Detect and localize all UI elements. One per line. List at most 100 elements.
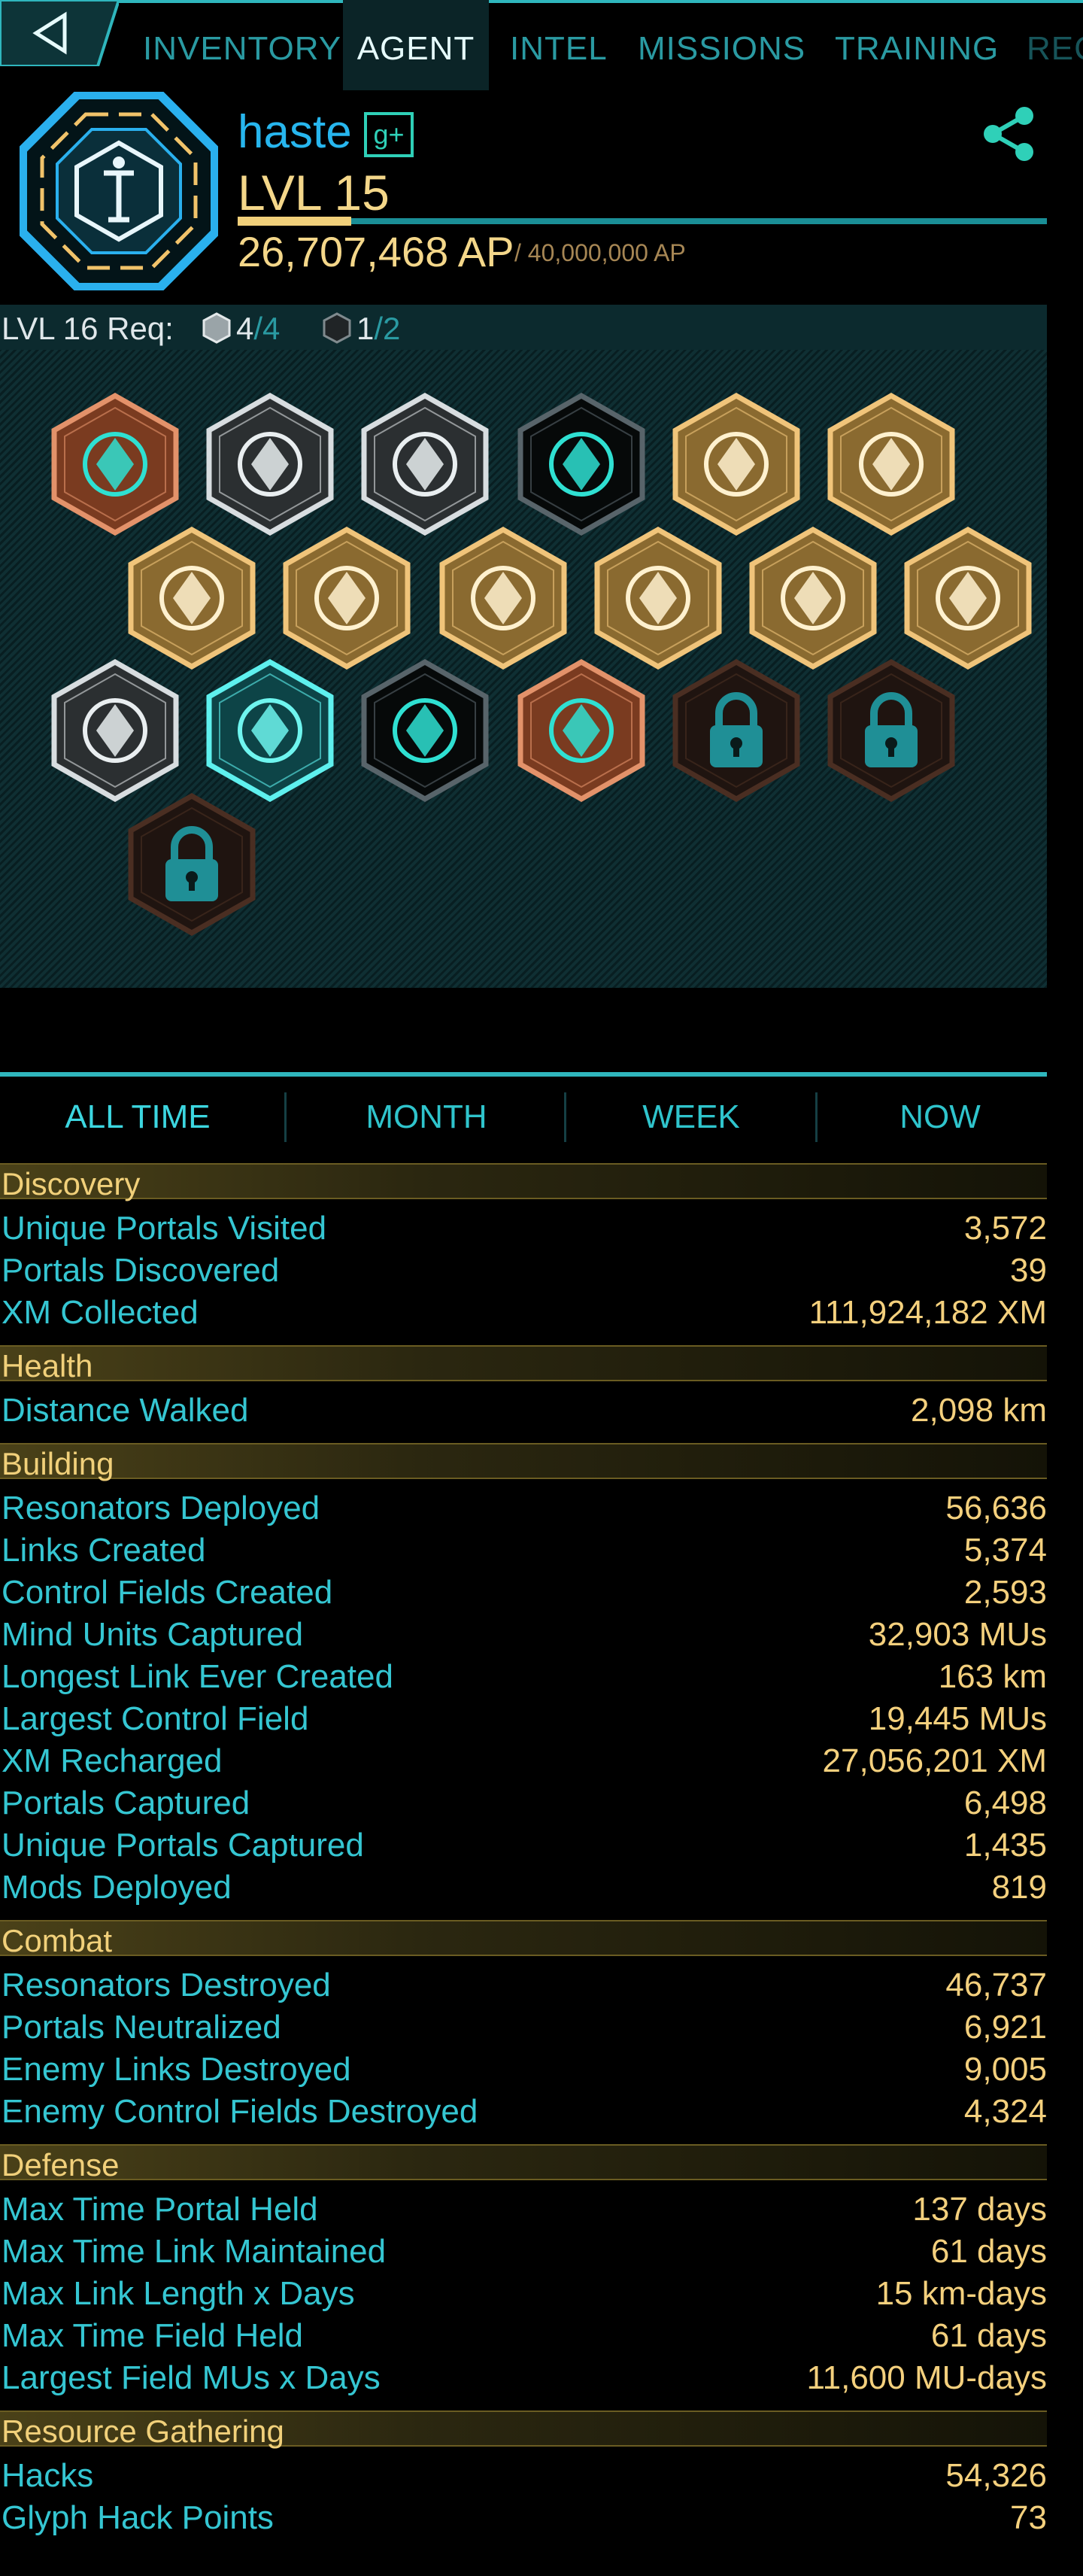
- badge-seer-icon[interactable]: [353, 393, 496, 536]
- stat-row: Unique Portals Captured 1,435: [0, 1827, 1047, 1869]
- badge-pioneer-icon[interactable]: [120, 527, 263, 670]
- stat-value: 163 km: [938, 1658, 1047, 1695]
- section-title: Building: [2, 1446, 114, 1481]
- stat-label: XM Collected: [2, 1294, 199, 1331]
- requirement-onyx-badges: 1/2: [322, 311, 400, 347]
- google-plus-label: g+: [373, 119, 405, 150]
- agent-level: LVL 15: [238, 165, 390, 220]
- badge-locked-2-icon[interactable]: [820, 659, 963, 802]
- stat-label: Largest Field MUs x Days: [2, 2359, 381, 2396]
- stat-label: Distance Walked: [2, 1392, 249, 1429]
- stat-row: Max Time Link Maintained 61 days: [0, 2233, 1047, 2275]
- requirements-label: LVL 16 Req:: [2, 311, 174, 346]
- stat-row: Hacks 54,326: [0, 2457, 1047, 2499]
- badge-locked-1-icon[interactable]: [665, 659, 808, 802]
- section-title: Discovery: [2, 1166, 141, 1201]
- stat-row: Mind Units Captured 32,903 MUs: [0, 1616, 1047, 1658]
- badge-guardian-icon[interactable]: [353, 659, 496, 802]
- stat-row: Unique Portals Visited 3,572: [0, 1210, 1047, 1252]
- stat-label: Unique Portals Captured: [2, 1827, 364, 1864]
- stats-divider: [0, 1072, 1047, 1077]
- badge-builder-icon[interactable]: [587, 527, 730, 670]
- stat-label: Resonators Deployed: [2, 1490, 320, 1526]
- google-plus-icon[interactable]: g+: [364, 112, 414, 157]
- stat-label: Unique Portals Visited: [2, 1210, 327, 1247]
- agent-name: haste: [238, 106, 352, 158]
- requirement-need: /4: [253, 311, 281, 346]
- section-header-defense: Defense: [0, 2144, 1047, 2183]
- stat-value: 1,435: [963, 1827, 1047, 1864]
- badge-trekker-icon[interactable]: [199, 393, 341, 536]
- stat-label: Mind Units Captured: [2, 1616, 304, 1653]
- stat-row: Resonators Destroyed 46,737: [0, 1967, 1047, 2009]
- stat-label: Max Time Link Maintained: [2, 2233, 387, 2270]
- stat-row: Largest Field MUs x Days 11,600 MU-days: [0, 2359, 1047, 2401]
- stat-label: Largest Control Field: [2, 1700, 309, 1737]
- section-title: Resource Gathering: [2, 2413, 284, 2449]
- stat-row: Portals Discovered 39: [0, 1252, 1047, 1294]
- stat-value: 73: [1010, 2499, 1047, 2536]
- period-tab-week[interactable]: WEEK: [566, 1091, 817, 1144]
- stat-row: Largest Control Field 19,445 MUs: [0, 1700, 1047, 1742]
- badge-purifier-icon[interactable]: [275, 527, 418, 670]
- badge-hacker-icon[interactable]: [44, 393, 187, 536]
- period-tab-all-time[interactable]: ALL TIME: [0, 1091, 275, 1144]
- period-tab-month[interactable]: MONTH: [289, 1091, 564, 1144]
- stat-label: XM Recharged: [2, 1742, 223, 1779]
- tab-rec[interactable]: REC: [1027, 0, 1083, 90]
- stat-value: 39: [1010, 1252, 1047, 1289]
- section-title: Combat: [2, 1923, 113, 1958]
- badge-grid: [0, 350, 1047, 988]
- badge-specops-icon[interactable]: [44, 659, 187, 802]
- stat-label: Enemy Links Destroyed: [2, 2051, 351, 2088]
- stat-row: Control Fields Created 2,593: [0, 1574, 1047, 1616]
- stat-value: 3,572: [963, 1210, 1047, 1247]
- section-header-resource-gathering: Resource Gathering: [0, 2410, 1047, 2449]
- tab-inventory[interactable]: INVENTORY: [143, 0, 341, 90]
- badge-liberator-icon[interactable]: [820, 393, 963, 536]
- badge-connector-icon[interactable]: [510, 393, 653, 536]
- section-title: Health: [2, 1348, 93, 1384]
- badge-missionday-icon[interactable]: [199, 659, 341, 802]
- badge-explorer-icon[interactable]: [742, 527, 884, 670]
- tab-missions[interactable]: MISSIONS: [638, 0, 805, 90]
- stat-label: Hacks: [2, 2457, 94, 2494]
- stat-row: Portals Neutralized 6,921: [0, 2009, 1047, 2051]
- tab-divider: [815, 1092, 818, 1142]
- stat-row: Resonators Deployed 56,636: [0, 1490, 1047, 1532]
- stat-label: Resonators Destroyed: [2, 1967, 331, 2003]
- agent-ap-max: / 40,000,000 AP: [514, 239, 686, 266]
- stat-value: 6,921: [963, 2009, 1047, 2046]
- stat-row: Max Time Portal Held 137 days: [0, 2191, 1047, 2233]
- tab-training[interactable]: TRAINING: [835, 0, 999, 90]
- badge-illuminator-icon[interactable]: [510, 659, 653, 802]
- stat-value: 61 days: [930, 2233, 1047, 2270]
- badge-engineer-icon[interactable]: [432, 527, 575, 670]
- top-nav: INVENTORY AGENT INTEL MISSIONS TRAINING …: [0, 0, 1083, 98]
- stat-label: Longest Link Ever Created: [2, 1658, 393, 1695]
- stat-label: Enemy Control Fields Destroyed: [2, 2093, 478, 2130]
- share-icon[interactable]: [979, 104, 1039, 164]
- tab-agent[interactable]: AGENT: [343, 0, 489, 90]
- stat-value: 2,593: [963, 1574, 1047, 1611]
- stat-row: Longest Link Ever Created 163 km: [0, 1658, 1047, 1700]
- stat-value: 32,903 MUs: [868, 1616, 1047, 1653]
- stat-value: 4,324: [963, 2093, 1047, 2130]
- badge-recharger-icon[interactable]: [896, 527, 1039, 670]
- tab-intel[interactable]: INTEL: [510, 0, 608, 90]
- stat-label: Max Time Portal Held: [2, 2191, 318, 2228]
- stat-label: Portals Captured: [2, 1785, 250, 1821]
- stat-value: 56,636: [945, 1490, 1047, 1526]
- stat-value: 111,924,182 XM: [808, 1294, 1047, 1331]
- back-button[interactable]: [0, 0, 119, 66]
- level-progress-bar: [238, 217, 1047, 226]
- stat-row: Max Link Length x Days 15 km-days: [0, 2275, 1047, 2317]
- stat-value: 46,737: [945, 1967, 1047, 2003]
- section-header-building: Building: [0, 1443, 1047, 1481]
- stat-row: Max Time Field Held 61 days: [0, 2317, 1047, 2359]
- stat-value: 9,005: [963, 2051, 1047, 2088]
- badge-mind-controller-icon[interactable]: [665, 393, 808, 536]
- stat-row: XM Recharged 27,056,201 XM: [0, 1742, 1047, 1785]
- period-tab-now[interactable]: NOW: [820, 1091, 1060, 1144]
- badge-locked-3-icon[interactable]: [120, 793, 263, 936]
